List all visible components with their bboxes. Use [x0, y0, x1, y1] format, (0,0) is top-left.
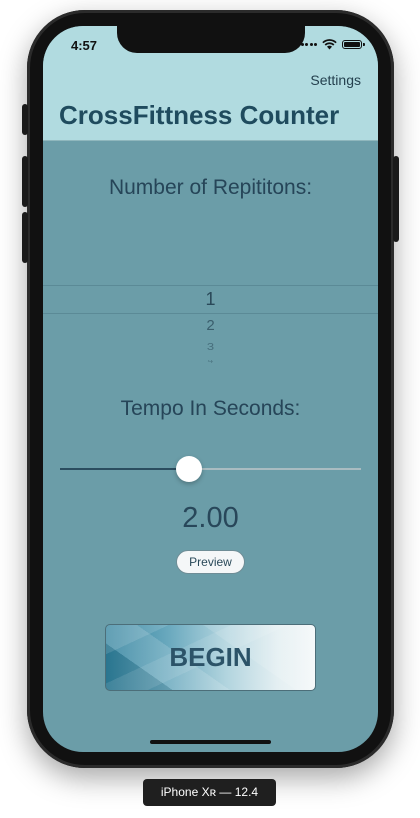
picker-item[interactable]: 4 — [43, 360, 378, 366]
picker-top-divider — [43, 285, 378, 286]
volume-up-button — [22, 156, 28, 207]
signal-icon — [300, 43, 317, 46]
home-indicator — [150, 740, 271, 744]
picker-item[interactable]: 2 — [43, 317, 378, 334]
slider-thumb[interactable] — [176, 456, 203, 482]
settings-button[interactable]: Settings — [310, 72, 361, 88]
picker-item-clip: 4 — [43, 360, 378, 366]
navigation-bar: 4:57 Settings CrossFittness Counter — [43, 26, 378, 141]
repetitions-label: Number of Repititons: — [108, 176, 313, 199]
status-time: 4:57 — [71, 38, 98, 53]
battery-icon — [342, 40, 365, 49]
tempo-value: 2.00 — [182, 502, 239, 534]
slider-fill — [60, 468, 190, 470]
silent-switch — [22, 104, 28, 135]
wifi-icon — [322, 39, 337, 50]
tempo-slider[interactable] — [60, 456, 361, 482]
page-title: CrossFittness Counter — [59, 100, 340, 130]
power-button — [393, 156, 399, 242]
tempo-label: Tempo In Seconds: — [120, 397, 301, 420]
notch — [117, 26, 305, 53]
begin-label: BEGIN — [169, 642, 252, 672]
picker-item[interactable]: 3 — [43, 341, 378, 353]
device-caption: iPhone Xʀ — 12.4 — [143, 779, 276, 806]
status-icons — [300, 39, 365, 50]
app-screen: 4:57 Settings CrossFittness Counter Numb… — [43, 26, 378, 752]
volume-down-button — [22, 212, 28, 263]
preview-button[interactable]: Preview — [176, 550, 245, 574]
begin-button[interactable]: BEGIN — [105, 624, 316, 691]
picker-item[interactable]: 1 — [43, 289, 378, 310]
picker-bottom-divider — [43, 313, 378, 314]
